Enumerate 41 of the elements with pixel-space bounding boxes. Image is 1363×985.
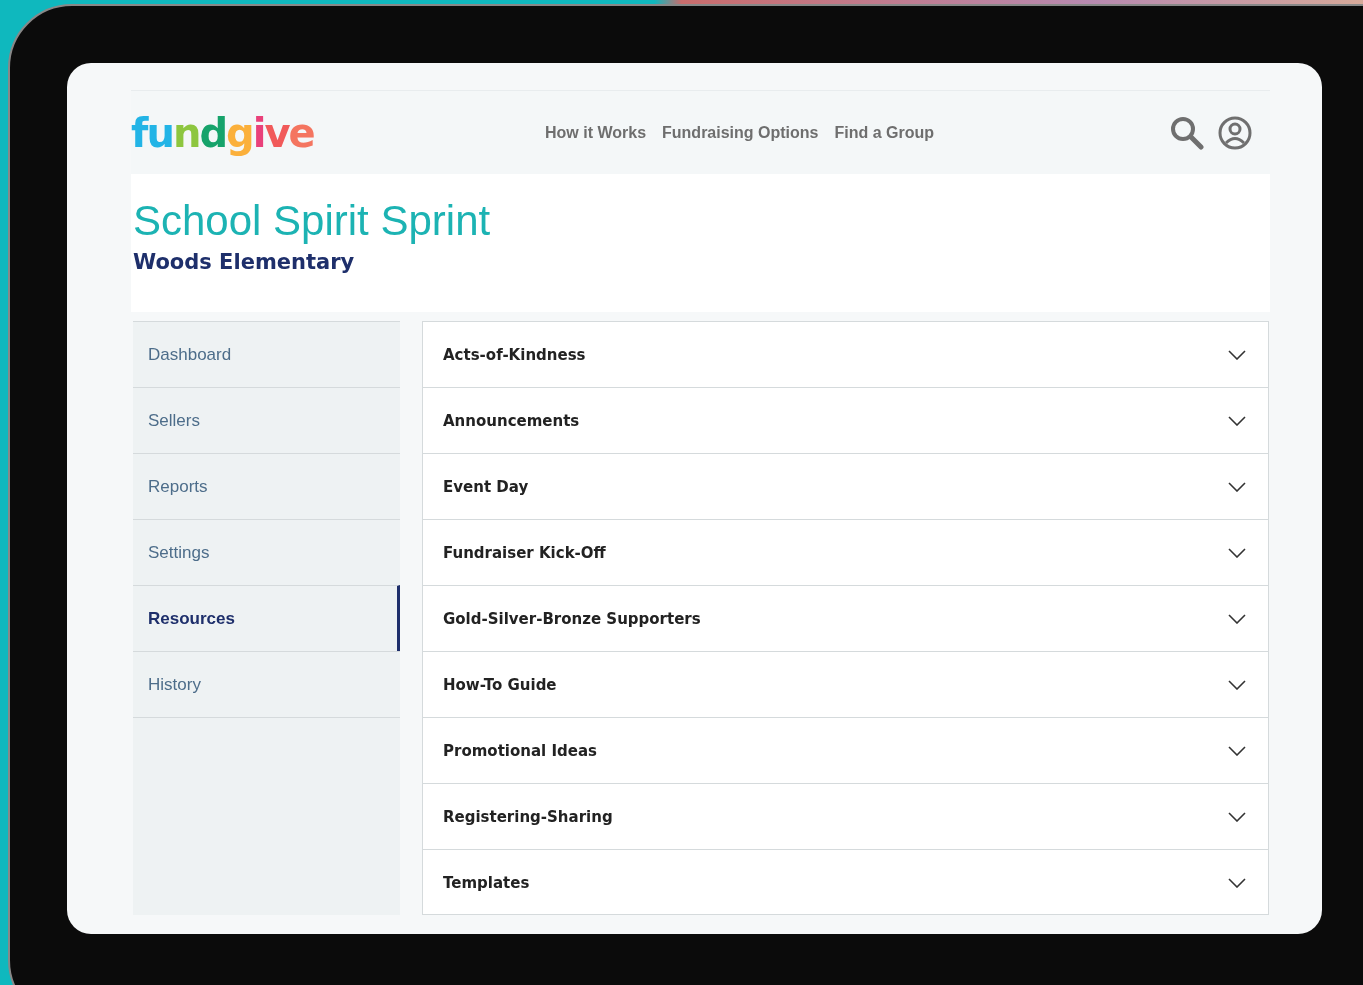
accordion-row[interactable]: Fundraiser Kick-Off: [423, 520, 1268, 586]
accordion-label: Gold-Silver-Bronze Supporters: [443, 609, 701, 628]
chevron-down-icon: [1228, 679, 1246, 690]
chevron-down-icon: [1228, 613, 1246, 624]
sidebar-item[interactable]: Settings: [133, 519, 400, 585]
chevron-down-icon: [1228, 415, 1246, 426]
nav-link[interactable]: Find a Group: [834, 123, 935, 142]
chevron-down-icon: [1228, 349, 1246, 360]
page-title: School Spirit Sprint: [133, 196, 492, 246]
accordion-label: Acts-of-Kindness: [443, 345, 586, 364]
nav-link[interactable]: How it Works: [545, 123, 647, 142]
accordion-label: Registering-Sharing: [443, 807, 613, 826]
accordion-label: Event Day: [443, 477, 529, 496]
accordion-row[interactable]: Promotional Ideas: [423, 718, 1268, 784]
accordion-label: Promotional Ideas: [443, 741, 597, 760]
accordion-row[interactable]: Templates: [423, 850, 1268, 915]
chevron-down-icon: [1228, 745, 1246, 756]
user-icon[interactable]: [1218, 115, 1252, 150]
chevron-down-icon: [1228, 811, 1246, 822]
accordion-row[interactable]: Announcements: [423, 388, 1268, 454]
accordion-label: Fundraiser Kick-Off: [443, 543, 606, 562]
logo: fundgive: [131, 109, 315, 156]
chevron-down-icon: [1228, 547, 1246, 558]
accordion-row[interactable]: How-To Guide: [423, 652, 1268, 718]
page-subtitle: Woods Elementary: [133, 250, 356, 274]
sidebar-item[interactable]: Dashboard: [133, 321, 400, 387]
sidebar-item[interactable]: Sellers: [133, 387, 400, 453]
search-icon[interactable]: [1170, 115, 1204, 150]
sidebar-item[interactable]: History: [133, 651, 400, 718]
accordion-label: Announcements: [443, 411, 580, 430]
chevron-down-icon: [1228, 877, 1246, 888]
accordion-row[interactable]: Registering-Sharing: [423, 784, 1268, 850]
accordion-row[interactable]: Gold-Silver-Bronze Supporters: [423, 586, 1268, 652]
chevron-down-icon: [1228, 481, 1246, 492]
accordion-label: Templates: [443, 873, 530, 892]
accordion-row[interactable]: Event Day: [423, 454, 1268, 520]
accordion-row[interactable]: Acts-of-Kindness: [423, 322, 1268, 388]
sidebar-item[interactable]: Resources: [133, 585, 400, 651]
nav-link[interactable]: Fundraising Options: [662, 123, 819, 142]
sidebar-item[interactable]: Reports: [133, 453, 400, 519]
accordion-label: How-To Guide: [443, 675, 557, 694]
